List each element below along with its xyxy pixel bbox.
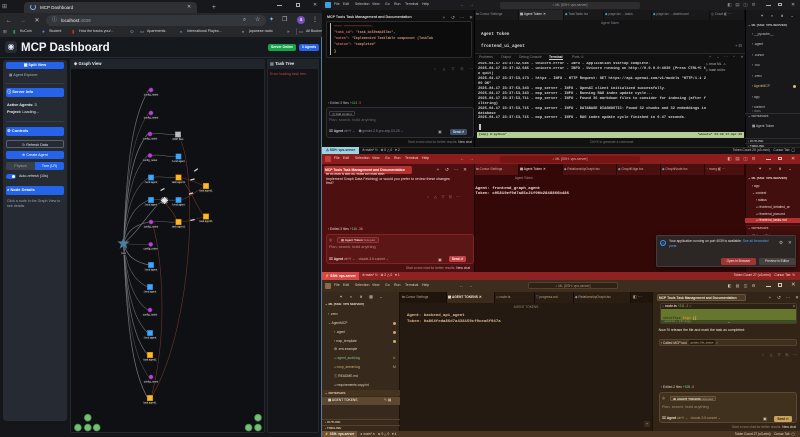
svg-text:f.end agent: f.end agent — [172, 204, 185, 207]
svg-text:f.end agent: f.end agent — [172, 160, 185, 163]
svg-text:root: root — [121, 252, 126, 255]
svg-text:f.end agent: f.end agent — [144, 291, 157, 294]
svg-text:config_notes: config_notes — [143, 137, 158, 140]
svg-text:config_notes: config_notes — [144, 93, 159, 96]
svg-text:f.end agent: f.end agent — [145, 181, 158, 184]
svg-text:f.end agent: f.end agent — [145, 204, 158, 207]
svg-text:MCP files: MCP files — [173, 138, 184, 141]
svg-text:config_notes: config_notes — [144, 225, 159, 228]
svg-text:task agent1: task agent1 — [200, 220, 214, 223]
svg-text:f.end agent: f.end agent — [145, 269, 158, 272]
svg-text:task agent1: task agent1 — [144, 359, 158, 362]
svg-text:task agent1: task agent1 — [144, 402, 158, 405]
svg-text:config_notes: config_notes — [144, 380, 159, 383]
svg-text:task agent1: task agent1 — [172, 226, 186, 229]
svg-text:config_notes: config_notes — [144, 248, 159, 251]
svg-text:config_notes: config_notes — [143, 313, 158, 316]
svg-text:task agent1: task agent1 — [172, 181, 186, 184]
svg-text:task agent1: task agent1 — [200, 190, 214, 193]
svg-text:config_notes: config_notes — [143, 159, 158, 162]
svg-text:config_notes: config_notes — [144, 116, 159, 119]
svg-text:f.end agent: f.end agent — [144, 337, 157, 340]
